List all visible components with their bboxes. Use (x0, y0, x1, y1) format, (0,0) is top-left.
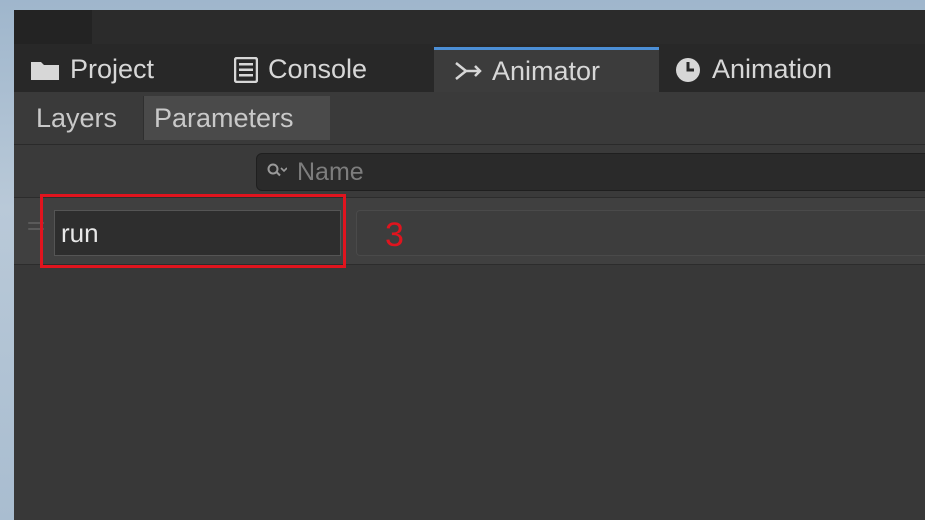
console-icon (234, 56, 258, 83)
tab-animation-label: Animation (712, 54, 833, 84)
parameter-value-field[interactable] (356, 210, 925, 256)
parameter-search-input[interactable] (295, 156, 899, 188)
search-icon (267, 162, 288, 183)
unity-editor-window: Project Console Animator Animation Layer… (14, 10, 925, 520)
title-bar (14, 10, 925, 44)
tab-console[interactable]: Console (234, 47, 434, 92)
folder-icon (30, 58, 60, 82)
editor-tab-bar: Project Console Animator Animation (14, 44, 925, 92)
drag-handle-icon[interactable] (28, 222, 44, 234)
parameter-search-row (14, 145, 925, 197)
parameter-search-field[interactable] (256, 153, 925, 191)
parameter-name-input[interactable] (54, 210, 341, 256)
tab-animation[interactable]: Animation (674, 47, 894, 92)
tab-animator-label: Animator (492, 55, 601, 86)
annotation-step-number: 3 (385, 216, 404, 254)
tab-project[interactable]: Project (30, 47, 220, 92)
tab-console-label: Console (268, 54, 368, 84)
tab-animator[interactable]: Animator (434, 47, 659, 92)
parameter-row (14, 197, 925, 265)
tab-project-label: Project (70, 54, 155, 84)
clock-icon (674, 56, 702, 84)
animator-icon (454, 60, 482, 82)
animator-subtabs: Layers Parameters (14, 92, 925, 145)
subtab-parameters[interactable]: Parameters (144, 96, 330, 140)
parameter-list-empty-area (14, 265, 925, 520)
tab-overflow-indicator[interactable] (921, 47, 925, 92)
subtab-layers[interactable]: Layers (26, 96, 144, 140)
title-bar-block (14, 10, 92, 44)
